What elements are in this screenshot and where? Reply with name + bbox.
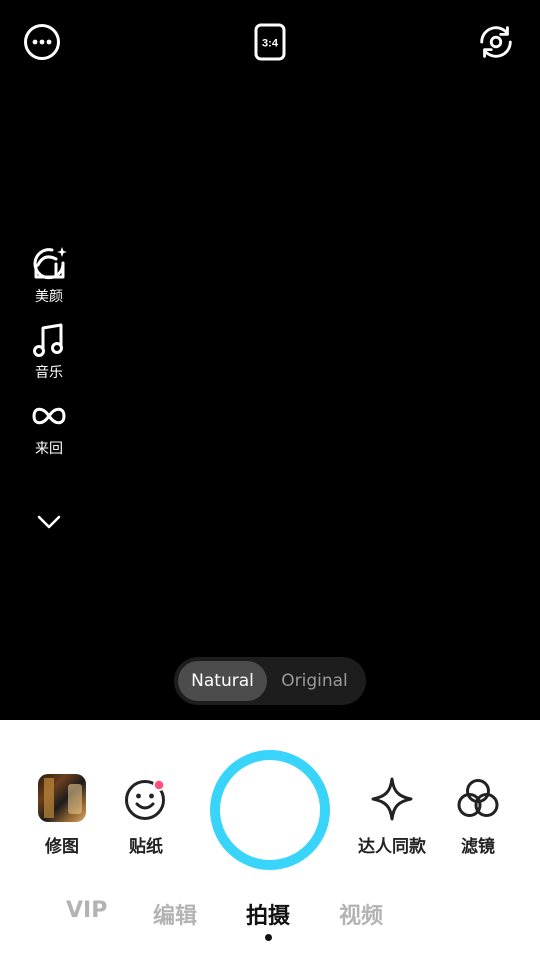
sticker-label: 贴纸 — [129, 837, 163, 857]
sticker-badge — [154, 780, 164, 790]
camera-screen: 3:4 美颜 音乐 来回 Natural Original 修图 贴纸 达人同款… — [0, 0, 540, 960]
music-label: 音乐 — [35, 365, 63, 381]
photo-thumbnail — [38, 774, 86, 822]
chevron-down-icon — [37, 515, 61, 529]
beauty-button[interactable]: 美颜 — [26, 244, 72, 306]
switch-camera-button[interactable] — [476, 22, 516, 62]
music-note-icon — [33, 323, 63, 357]
beauty-label: 美颜 — [35, 289, 63, 305]
sparkle-star-icon — [371, 777, 413, 821]
influencer-style-button[interactable]: 达人同款 — [358, 776, 426, 857]
side-toolbar: 美颜 音乐 来回 — [26, 244, 72, 472]
aspect-ratio-button[interactable]: 3:4 — [250, 22, 290, 62]
filter-label: 滤镜 — [461, 837, 495, 857]
filter-button[interactable]: 滤镜 — [455, 776, 501, 857]
tab-edit[interactable]: 编辑 — [153, 898, 197, 930]
active-tab-indicator — [265, 934, 272, 941]
aspect-ratio-icon: 3:4 — [254, 23, 286, 61]
switch-camera-icon — [480, 26, 512, 58]
more-dots-icon — [24, 24, 60, 60]
edit-photo-label: 修图 — [45, 837, 79, 857]
mode-original[interactable]: Original — [267, 661, 362, 701]
boomerang-label: 来回 — [35, 441, 63, 457]
tab-video[interactable]: 视频 — [339, 898, 383, 930]
mode-natural[interactable]: Natural — [178, 661, 267, 701]
edit-photo-button[interactable]: 修图 — [38, 774, 86, 857]
filter-circles-icon — [457, 779, 499, 817]
aspect-ratio-label: 3:4 — [262, 38, 279, 50]
mode-tabs: VIP 编辑 拍摄 视频 — [0, 898, 540, 938]
music-button[interactable]: 音乐 — [26, 320, 72, 382]
more-button[interactable] — [22, 22, 62, 62]
shutter-button[interactable] — [210, 750, 330, 870]
sticker-smile-icon — [125, 779, 165, 820]
bottom-panel: 修图 贴纸 达人同款 滤镜 VIP 编辑 拍摄 视频 — [0, 720, 540, 960]
boomerang-icon — [32, 407, 66, 425]
beauty-face-icon — [33, 247, 67, 280]
sticker-button[interactable]: 贴纸 — [122, 774, 170, 857]
tab-vip[interactable]: VIP — [66, 898, 107, 923]
boomerang-button[interactable]: 来回 — [26, 396, 72, 458]
tab-photo[interactable]: 拍摄 — [246, 898, 290, 930]
influencer-style-label: 达人同款 — [358, 837, 426, 857]
expand-tools-button[interactable] — [36, 512, 62, 532]
skin-mode-toggle: Natural Original — [174, 657, 366, 705]
